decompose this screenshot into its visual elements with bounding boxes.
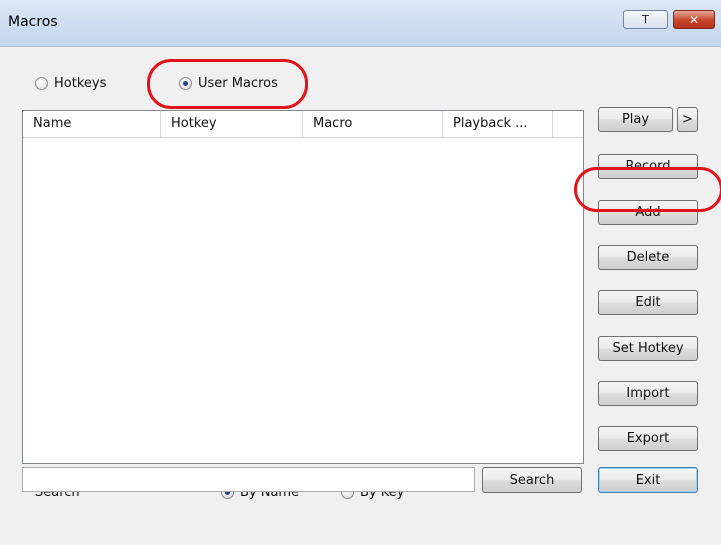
- user-macros-highlight: [147, 59, 308, 109]
- close-button[interactable]: ✕: [673, 10, 715, 29]
- title-bar: Macros T ✕: [0, 0, 721, 47]
- radio-indicator: [35, 77, 48, 90]
- play-options-button[interactable]: >: [677, 107, 698, 132]
- edit-button[interactable]: Edit: [598, 290, 698, 315]
- search-button[interactable]: Search: [482, 467, 582, 493]
- column-header-name[interactable]: Name: [23, 111, 161, 137]
- hotkeys-radio[interactable]: Hotkeys: [35, 76, 106, 91]
- play-button[interactable]: Play: [598, 107, 673, 132]
- import-button[interactable]: Import: [598, 381, 698, 406]
- restore-button[interactable]: T: [623, 10, 668, 29]
- exit-button[interactable]: Exit: [598, 467, 698, 493]
- search-input[interactable]: [22, 467, 475, 492]
- column-header-hotkey[interactable]: Hotkey: [161, 111, 303, 137]
- macros-list[interactable]: Name Hotkey Macro Playback ...: [22, 110, 584, 464]
- add-highlight: [574, 167, 721, 212]
- hotkeys-radio-label: Hotkeys: [54, 76, 107, 91]
- column-header-playback[interactable]: Playback ...: [443, 111, 553, 137]
- window-title: Macros: [8, 14, 58, 30]
- set-hotkey-button[interactable]: Set Hotkey: [598, 336, 698, 361]
- list-header: Name Hotkey Macro Playback ...: [23, 111, 583, 138]
- export-button[interactable]: Export: [598, 426, 698, 451]
- delete-button[interactable]: Delete: [598, 245, 698, 270]
- column-header-macro[interactable]: Macro: [303, 111, 443, 137]
- close-icon: ✕: [688, 12, 700, 27]
